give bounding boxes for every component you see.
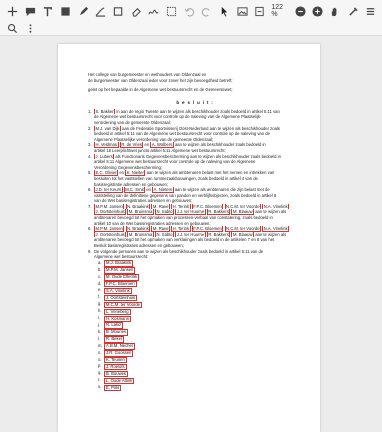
redaction-box[interactable]: M. Oude Elferink <box>104 274 140 281</box>
zoom-out-icon[interactable] <box>294 5 307 18</box>
article-item: 4. J. Lubers als Functionaris Gegevensbes… <box>88 153 302 171</box>
redo-icon[interactable] <box>201 5 214 18</box>
redaction-box[interactable]: J.R. Goossen <box>104 350 134 357</box>
person-item: r. L. Oude Attink <box>98 377 302 385</box>
person-item: q. B. Bouwes <box>98 370 302 378</box>
redaction-box[interactable]: K. Teunen <box>104 357 127 364</box>
person-item: p. J. Roelofs <box>98 363 302 371</box>
person-item: e. S.A. Vinelink <box>98 287 302 295</box>
article-item: 9. De volgende personen aan te wijzen als… <box>88 249 302 260</box>
person-item: c. M. Oude Elferink <box>98 274 302 281</box>
zoom-level[interactable]: 122 % <box>271 4 290 18</box>
redaction-box[interactable]: S.A. Vinelink <box>104 287 132 295</box>
redaction-box[interactable]: B. Bouwes <box>104 370 129 378</box>
person-item: a. M.J. Braakink <box>98 260 302 267</box>
tools-icon[interactable] <box>347 5 360 18</box>
article-item: 1. S. Bakker in aan de regio Twente aan t… <box>88 108 302 126</box>
person-item: d. F.P.C. Bloemen <box>98 281 302 288</box>
person-item: m. A.B.M. Nechel <box>98 343 302 350</box>
person-item: j. N. Lakiz <box>98 322 302 329</box>
person-item: k. B. Mouries <box>98 329 302 336</box>
select-icon[interactable] <box>165 5 178 18</box>
redaction-box[interactable]: M.P.M. Jansen <box>104 267 136 274</box>
pen-icon[interactable] <box>94 5 107 18</box>
article-item: 2. M.J. van Dijk aan de Federatie Sportvi… <box>88 125 302 143</box>
person-item: h. L. Veneberg <box>98 308 302 316</box>
add-icon[interactable] <box>6 5 19 18</box>
person-item: g. M.C.M. ter Voorde <box>98 301 302 309</box>
undo-icon[interactable] <box>183 5 196 18</box>
redaction-box[interactable]: E. Pols <box>104 384 122 392</box>
comment-icon[interactable] <box>24 5 37 18</box>
article-item: 8. M.P.M. Jansen N. Braakink M. Rave H. T… <box>88 226 302 248</box>
redaction-box[interactable]: B. Mouries <box>104 329 129 336</box>
person-item: l. R. Bekel <box>98 336 302 343</box>
person-item: f. J. Oortsteinhuis <box>98 294 302 302</box>
person-list: a. M.J. Braakink b. M.P.M. Jansen c. M. Oude … <box>98 260 302 392</box>
redaction-box[interactable]: M.J. Braakink <box>104 260 134 267</box>
redaction-box[interactable]: N. Lakiz <box>104 322 124 329</box>
pointer-icon[interactable] <box>218 5 231 18</box>
person-item: o. K. Teunen <box>98 357 302 364</box>
article-item: 7. M.P.M. Jansen N. Braakink M. Rave H. T… <box>88 203 302 226</box>
article-line: ambtenaren bevoegd tot het opmaken van p… <box>94 215 273 221</box>
redaction-box[interactable]: M.C.M. ter Voorde <box>104 301 142 309</box>
person-item: b. M.P.M. Jansen <box>98 267 302 274</box>
article-item: 6. J.D. ter Keurs M.C. Smit en A. Nieters… <box>88 187 302 204</box>
redaction-box[interactable]: H. Kosmann <box>104 315 132 322</box>
redaction-box[interactable]: L. Veneberg <box>104 308 131 316</box>
article-list: 1. S. Bakker in aan de regio Twente aan t… <box>88 108 302 260</box>
redaction-box[interactable]: J. Oortsteinhuis <box>104 294 138 302</box>
highlight-icon[interactable] <box>77 5 90 18</box>
sign-icon[interactable] <box>148 5 161 18</box>
image-icon[interactable] <box>236 5 249 18</box>
person-item: i. H. Kosmann <box>98 315 302 322</box>
menu-icon[interactable] <box>364 5 377 18</box>
redaction-box[interactable]: J. Roelofs <box>104 363 127 371</box>
document-title: b e s l u i t : <box>176 99 214 105</box>
redaction-box[interactable]: J.D. ter Keurs <box>94 187 123 193</box>
hand-icon[interactable] <box>329 5 342 18</box>
note-icon[interactable] <box>59 5 72 18</box>
document-page: Het college van burgemeester en wethoude… <box>58 44 320 432</box>
redaction-box[interactable]: M.C. Smit <box>123 187 146 193</box>
document-viewer[interactable]: Het college van burgemeester en wethoude… <box>0 36 382 432</box>
person-item: n. J.R. Goossen <box>98 350 302 357</box>
article-item: 5. E.C. Olivier en K. Nieiter aan te wijz… <box>88 170 302 187</box>
redaction-box[interactable]: F.P.C. Bloemen <box>104 281 137 288</box>
redaction-box[interactable]: A.B.M. Nechel <box>104 343 135 350</box>
redaction-box[interactable]: A. Nieters <box>152 187 174 193</box>
redaction-box[interactable]: L. Oude Attink <box>104 377 135 385</box>
secondary-toolbar <box>0 22 382 36</box>
person-item: s. E. Pols <box>98 384 302 392</box>
zoom-in-icon[interactable] <box>311 5 324 18</box>
shape-icon[interactable] <box>112 5 125 18</box>
main-toolbar: 122 % <box>0 0 382 22</box>
search-icon[interactable] <box>6 22 19 35</box>
redaction-box[interactable]: R. Bekel <box>104 336 124 343</box>
article-line: Algemene wet bestuursrecht: <box>94 254 149 260</box>
erase-icon[interactable] <box>130 5 143 18</box>
more-vert-icon[interactable] <box>24 22 37 35</box>
fit-icon[interactable] <box>254 5 267 18</box>
article-item: 3. H. Veldman R. de Vries en A. Wolbers a… <box>88 142 302 153</box>
text-icon[interactable] <box>41 5 54 18</box>
